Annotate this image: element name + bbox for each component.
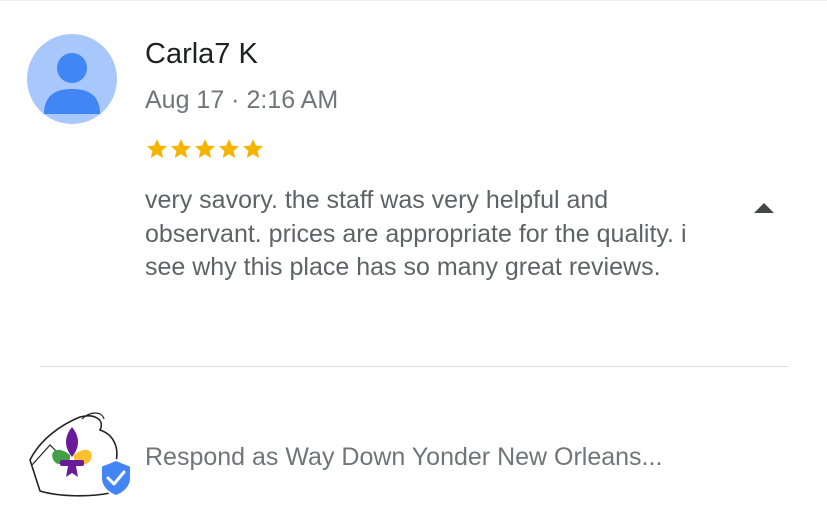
section-divider (40, 366, 788, 367)
top-divider (0, 0, 827, 1)
respond-as-owner-link[interactable]: Respond as Way Down Yonder New Orleans..… (145, 440, 662, 474)
review-date: Aug 17 · 2:16 AM (145, 86, 339, 114)
star-icon (195, 139, 215, 158)
reviewer-avatar[interactable] (27, 34, 117, 124)
star-rating (145, 137, 265, 165)
star-icon (219, 139, 239, 158)
collapse-review-button[interactable] (744, 192, 784, 224)
review-card: Carla7 K Aug 17 · 2:16 AM very savory. t… (0, 0, 827, 516)
triangle-up-icon (754, 203, 774, 213)
person-icon (44, 53, 100, 114)
star-icon (243, 139, 263, 158)
business-logo (20, 405, 135, 505)
fleur-de-lis-logo (29, 412, 132, 498)
verified-badge-icon (100, 458, 132, 498)
reviewer-name[interactable]: Carla7 K (145, 37, 258, 71)
review-text: very savory. the staff was very helpful … (145, 186, 687, 281)
star-icon (147, 139, 167, 158)
star-icon (171, 139, 191, 158)
